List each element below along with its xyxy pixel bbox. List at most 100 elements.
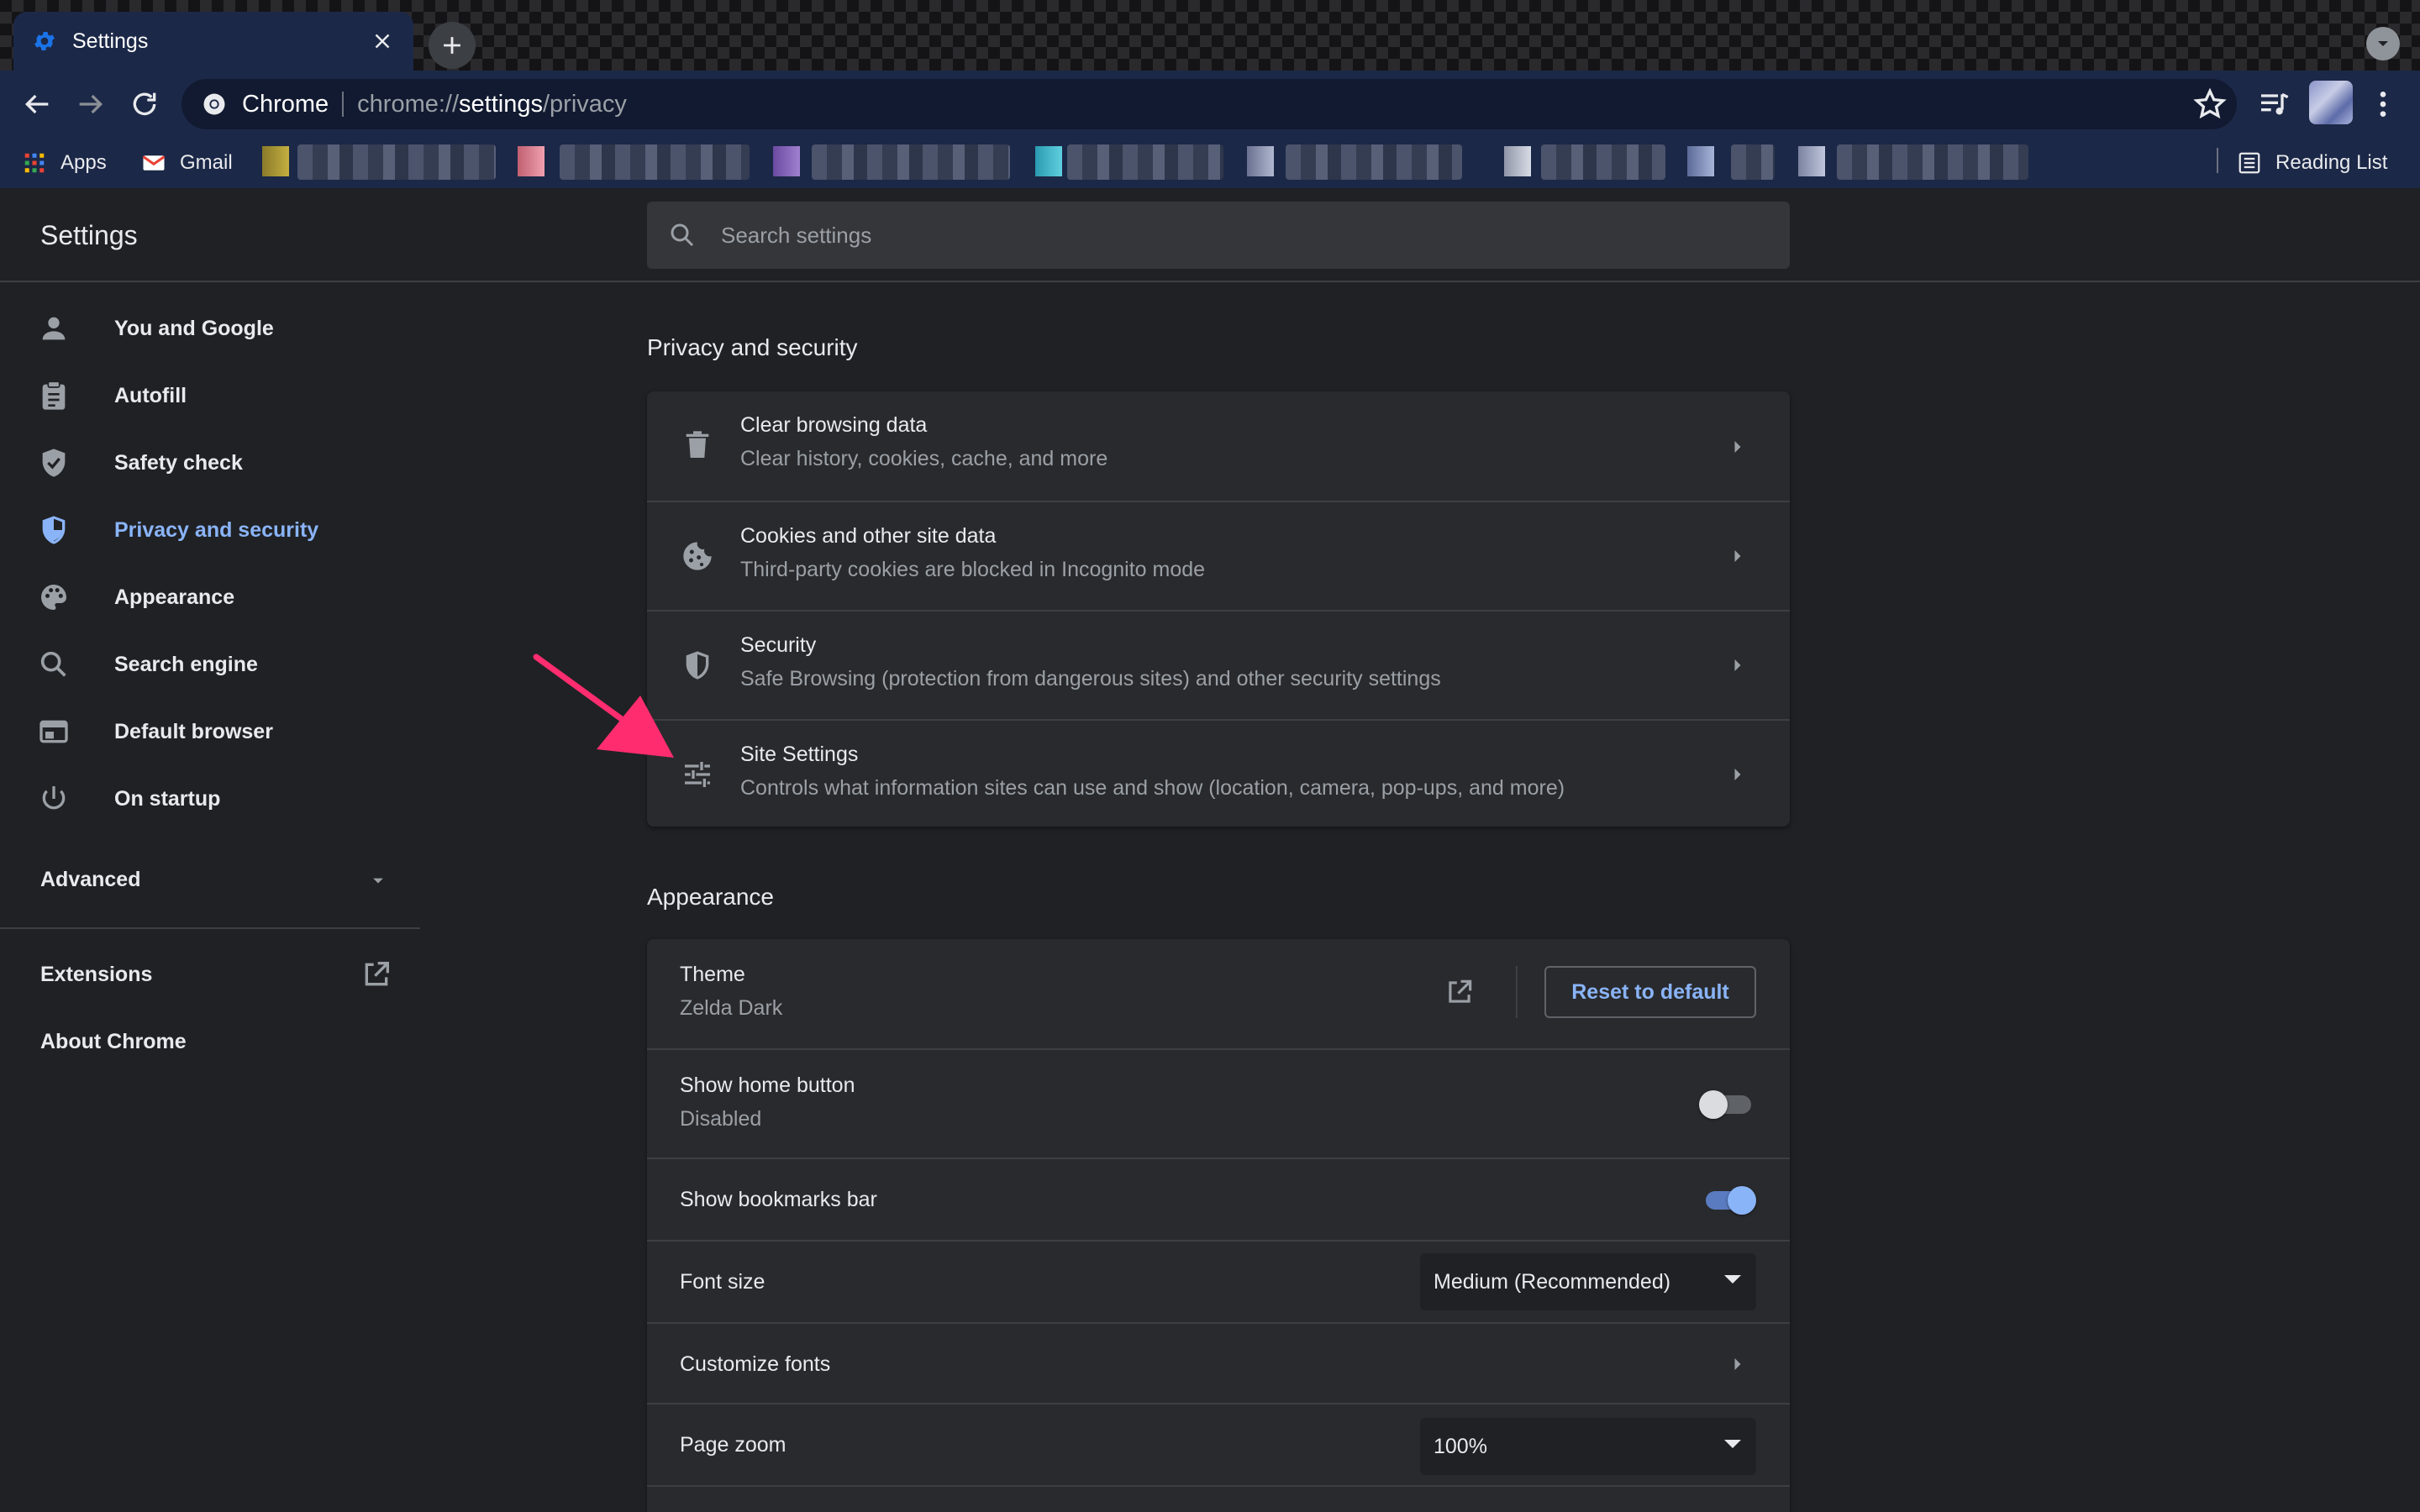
blurred-bookmark[interactable] — [1067, 144, 1223, 180]
row-customize-fonts[interactable]: Customize fonts — [647, 1322, 1790, 1403]
row-subtitle: Safe Browsing (protection from dangerous… — [740, 667, 1441, 690]
row-theme: Theme Zelda Dark Reset to default — [647, 939, 1790, 1048]
sidebar-item-safety-check[interactable]: Safety check — [37, 438, 243, 488]
search-settings-box[interactable] — [647, 202, 1790, 269]
blurred-bookmark-icon — [1687, 146, 1714, 176]
arrow-right-icon — [1726, 1352, 1749, 1376]
arrow-left-icon — [24, 94, 49, 114]
bookmark-star-icon[interactable] — [2191, 86, 2228, 123]
row-title: Site Settings — [740, 743, 859, 766]
forward-button[interactable] — [71, 84, 111, 124]
blurred-bookmark[interactable] — [1286, 144, 1462, 180]
blurred-bookmark-icon — [1504, 146, 1531, 176]
person-icon — [37, 312, 71, 345]
browser-window-icon — [37, 715, 71, 748]
media-controls-icon[interactable] — [2254, 84, 2294, 124]
blurred-bookmark[interactable] — [297, 144, 496, 180]
sidebar-item-label: Search engine — [114, 652, 258, 676]
sidebar-advanced[interactable]: Advanced — [40, 858, 393, 901]
sidebar-item-search-engine[interactable]: Search engine — [37, 639, 258, 690]
blurred-bookmark-icon — [773, 146, 800, 176]
sidebar-extensions[interactable]: Extensions — [40, 953, 393, 996]
blurred-bookmark[interactable] — [560, 144, 750, 180]
row-site-settings[interactable]: Site Settings Controls what information … — [647, 719, 1790, 827]
blurred-bookmark[interactable] — [812, 144, 1010, 180]
shield-check-icon — [37, 446, 71, 480]
bookmark-gmail[interactable]: Gmail — [141, 143, 233, 183]
sidebar-item-autofill[interactable]: Autofill — [37, 370, 187, 421]
url-path: /privacy — [542, 90, 627, 118]
site-chip: Chrome — [242, 90, 329, 118]
toggle-knob — [1728, 1186, 1756, 1215]
theme-divider — [1516, 966, 1518, 1018]
sidebar-about-chrome[interactable]: About Chrome — [40, 1020, 187, 1063]
reading-list-button[interactable]: Reading List — [2237, 143, 2387, 183]
caret-down-icon — [370, 873, 387, 890]
sidebar-about-label: About Chrome — [40, 1029, 187, 1053]
blurred-bookmark[interactable] — [1837, 144, 2028, 180]
arrow-right-icon — [1726, 654, 1749, 677]
bookmark-gmail-label: Gmail — [180, 151, 233, 174]
page-zoom-select[interactable]: 100% — [1420, 1418, 1756, 1475]
row-show-home-button[interactable]: Show home button Disabled — [647, 1048, 1790, 1158]
font-size-select[interactable]: Medium (Recommended) — [1420, 1253, 1756, 1310]
bookmarks-bar-label: Show bookmarks bar — [680, 1188, 877, 1211]
sidebar-item-label: Privacy and security — [114, 517, 319, 542]
annotation-arrow — [529, 647, 681, 764]
bookmarks-bar-toggle[interactable] — [1702, 1184, 1756, 1215]
search-input[interactable] — [721, 222, 1729, 249]
tab-title: Settings — [72, 29, 149, 53]
home-button-label: Show home button — [680, 1074, 855, 1097]
profile-avatar[interactable] — [2309, 81, 2353, 124]
appearance-card: Theme Zelda Dark Reset to default Show h… — [647, 939, 1790, 1512]
back-button[interactable] — [17, 84, 57, 124]
new-tab-button[interactable] — [429, 22, 476, 69]
open-in-new-icon[interactable] — [1444, 976, 1476, 1008]
row-subtitle: Controls what information sites can use … — [740, 776, 1565, 800]
row-security[interactable]: Security Safe Browsing (protection from … — [647, 610, 1790, 719]
font-size-label: Font size — [680, 1270, 765, 1294]
row-clear-browsing-data[interactable]: Clear browsing data Clear history, cooki… — [647, 391, 1790, 501]
sidebar-item-label: You and Google — [114, 316, 274, 340]
reset-to-default-button[interactable]: Reset to default — [1544, 966, 1756, 1018]
sidebar-item-on-startup[interactable]: On startup — [37, 774, 220, 824]
chrome-logo-icon — [202, 92, 227, 117]
font-size-value: Medium (Recommended) — [1434, 1269, 1671, 1294]
palette-icon — [37, 580, 71, 614]
search-icon — [37, 648, 71, 681]
gmail-icon — [141, 150, 166, 176]
tab-settings[interactable]: Settings — [13, 12, 413, 71]
apps-grid-icon — [22, 150, 47, 176]
sidebar-extensions-label: Extensions — [40, 962, 153, 986]
sidebar-item-label: Default browser — [114, 719, 273, 743]
home-button-toggle[interactable] — [1699, 1089, 1753, 1119]
blurred-bookmark[interactable] — [1541, 144, 1665, 180]
bookmark-apps[interactable]: Apps — [22, 143, 107, 183]
search-icon — [667, 220, 697, 250]
tune-sliders-icon — [681, 758, 714, 791]
bookmark-apps-label: Apps — [60, 151, 107, 174]
arrow-right-icon — [1726, 435, 1749, 459]
sidebar-item-label: On startup — [114, 786, 221, 811]
sidebar-item-appearance[interactable]: Appearance — [37, 572, 234, 622]
sidebar-item-privacy-and-security[interactable]: Privacy and security — [37, 505, 318, 555]
sidebar-advanced-label: Advanced — [40, 867, 141, 891]
sidebar-item-default-browser[interactable]: Default browser — [37, 706, 273, 757]
close-icon[interactable] — [370, 29, 395, 54]
tab-search-button[interactable] — [2366, 27, 2400, 60]
blurred-bookmark[interactable] — [1731, 144, 1775, 180]
more-menu-icon[interactable] — [2363, 84, 2403, 124]
row-subtitle: Clear history, cookies, cache, and more — [740, 447, 1108, 470]
customize-fonts-label: Customize fonts — [680, 1352, 831, 1376]
row-cookies[interactable]: Cookies and other site data Third-party … — [647, 501, 1790, 610]
reading-list-label: Reading List — [2275, 151, 2388, 174]
row-title: Clear browsing data — [740, 413, 928, 437]
sidebar-item-you-and-google[interactable]: You and Google — [37, 303, 274, 354]
reload-button[interactable] — [124, 84, 165, 124]
row-show-bookmarks-bar[interactable]: Show bookmarks bar — [647, 1158, 1790, 1240]
address-bar[interactable]: Chrome chrome://settings/privacy — [182, 79, 2237, 129]
privacy-shield-icon — [37, 513, 71, 547]
sidebar-item-label: Autofill — [114, 383, 187, 407]
row-title: Cookies and other site data — [740, 524, 997, 548]
row-font-size: Font size Medium (Recommended) — [647, 1240, 1790, 1322]
